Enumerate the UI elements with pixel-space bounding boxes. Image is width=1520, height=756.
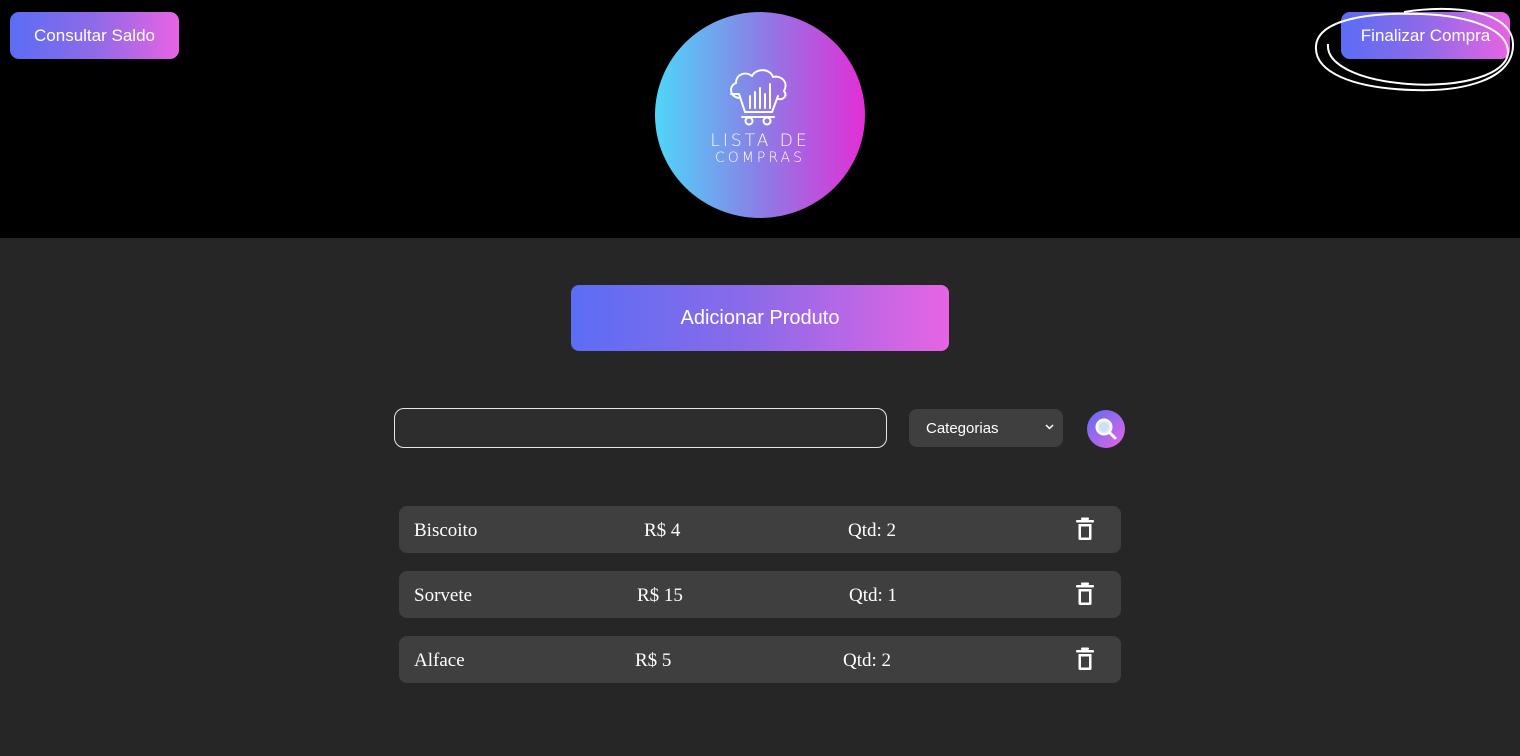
list-item: Sorvete R$ 15 Qtd: 1 <box>399 571 1121 618</box>
item-qty: Qtd: 2 <box>843 650 892 671</box>
trash-icon[interactable] <box>1075 517 1095 541</box>
logo-title-line1: LISTA DE <box>710 131 810 151</box>
trash-icon[interactable] <box>1075 582 1095 606</box>
finalizar-compra-button[interactable]: Finalizar Compra <box>1341 12 1510 59</box>
list-item: Alface R$ 5 Qtd: 2 <box>399 636 1121 683</box>
adicionar-produto-button[interactable]: Adicionar Produto <box>571 285 949 351</box>
item-qty: Qtd: 1 <box>849 585 898 606</box>
search-input[interactable] <box>394 408 887 448</box>
chevron-down-icon <box>1045 424 1054 430</box>
consultar-saldo-button[interactable]: Consultar Saldo <box>10 12 179 59</box>
header: Consultar Saldo LISTA DE COMPRAS Finaliz… <box>0 0 1520 238</box>
item-name: Sorvete <box>414 585 473 606</box>
list-item: Biscoito R$ 4 Qtd: 2 <box>399 506 1121 553</box>
cloud-cart-icon <box>730 69 787 126</box>
category-select[interactable]: Categorias <box>909 409 1063 447</box>
item-name: Biscoito <box>414 520 478 541</box>
item-name: Alface <box>414 650 465 671</box>
category-selected-label: Categorias <box>926 419 999 437</box>
item-price: R$ 4 <box>644 520 681 541</box>
product-list: Biscoito R$ 4 Qtd: 2 Sorvete R$ 15 Qtd: … <box>399 506 1121 701</box>
item-price: R$ 5 <box>635 650 672 671</box>
search-button[interactable] <box>1087 410 1125 448</box>
logo-title-line2: COMPRAS <box>715 150 805 166</box>
logo: LISTA DE COMPRAS <box>655 12 865 218</box>
item-price: R$ 15 <box>637 585 683 606</box>
trash-icon[interactable] <box>1075 647 1095 671</box>
search-icon <box>1095 418 1117 440</box>
item-qty: Qtd: 2 <box>848 520 897 541</box>
